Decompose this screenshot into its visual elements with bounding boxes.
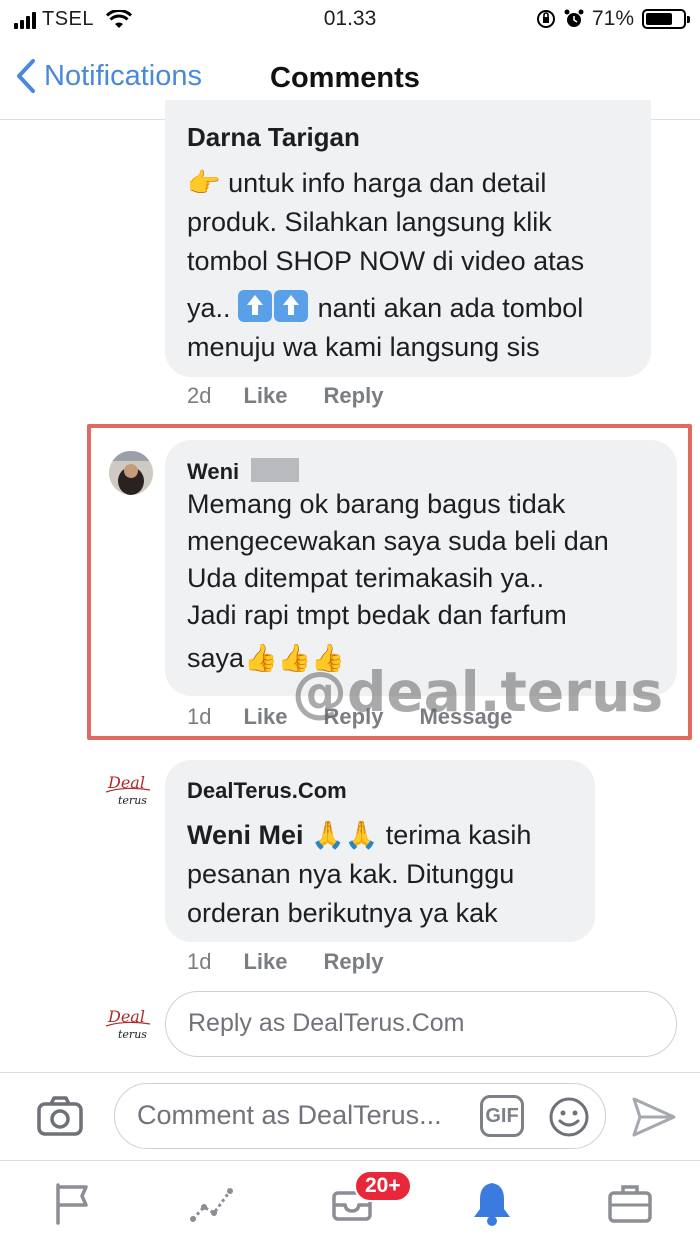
page-logo: Deal terus <box>104 1002 154 1046</box>
comment-line: orderan berikutnya ya kak <box>187 898 498 928</box>
svg-text:terus: terus <box>118 1028 147 1041</box>
comment-line: Weni Mei 🙏🙏 terima kasih <box>187 816 607 855</box>
battery-percent: 71% <box>591 7 634 30</box>
comment-line: menuju wa kami langsung sis <box>187 332 540 362</box>
alarm-icon <box>564 9 584 27</box>
comment-author[interactable]: Darna Tarigan <box>187 122 360 153</box>
svg-text:terus: terus <box>118 794 147 807</box>
reply-button[interactable]: Reply <box>324 949 384 975</box>
orientation-lock-icon <box>536 10 555 28</box>
chevron-left-icon <box>17 59 35 93</box>
like-button[interactable]: Like <box>243 949 287 975</box>
comment-line: ya.. nanti akan ada tombol <box>187 289 647 328</box>
gif-button[interactable]: GIF <box>480 1095 524 1137</box>
status-bar: TSEL 01.33 71% <box>0 0 700 40</box>
dealterus-logo-icon: Deal terus <box>105 773 151 807</box>
page-title: Comments <box>270 62 420 94</box>
comment-line: tombol SHOP NOW di video atas <box>187 246 585 276</box>
back-button[interactable]: Notifications <box>16 58 202 94</box>
comment-time: 1d <box>187 949 212 974</box>
briefcase-icon[interactable] <box>606 1179 654 1227</box>
comment-input[interactable]: Comment as DealTerus... <box>114 1083 606 1149</box>
reply-button[interactable]: Reply <box>324 383 384 409</box>
emoji-icon[interactable] <box>548 1096 590 1138</box>
comment-line: pesanan nya kak. Ditunggu <box>187 859 515 889</box>
comment-meta: 2d Like Reply <box>187 383 383 409</box>
status-right: 71% <box>536 7 690 31</box>
notification-badge: 20+ <box>354 1170 412 1202</box>
up-arrow-icon <box>238 290 273 322</box>
like-button[interactable]: Like <box>243 383 287 409</box>
comment-time: 2d <box>187 383 212 408</box>
tab-bar <box>0 1160 700 1244</box>
up-arrow-icon <box>274 290 309 322</box>
comment-line-part: nanti akan ada tombol <box>317 293 584 323</box>
send-icon[interactable] <box>630 1095 678 1139</box>
page-logo[interactable]: Deal terus <box>104 768 154 812</box>
bell-icon[interactable] <box>468 1179 516 1227</box>
reply-input[interactable]: Reply as DealTerus.Com <box>165 991 677 1057</box>
flag-icon[interactable] <box>48 1179 96 1227</box>
back-label: Notifications <box>44 59 202 92</box>
divider <box>0 1072 700 1073</box>
comment-text: 👉 untuk info harga dan detail produk. Si… <box>187 164 647 367</box>
comment-bubble: DealTerus.Com Weni Mei 🙏🙏 terima kasih p… <box>165 760 595 942</box>
dealterus-logo-icon: Deal terus <box>105 1007 151 1041</box>
watermark: @deal.terus <box>292 660 664 724</box>
comment-line: 👉 untuk info harga dan detail <box>187 168 547 198</box>
mention-link[interactable]: Weni Mei <box>187 820 304 850</box>
comment-author[interactable]: DealTerus.Com <box>187 778 347 804</box>
insights-icon[interactable] <box>188 1179 236 1227</box>
camera-icon[interactable] <box>36 1094 84 1138</box>
comment-line: produk. Silahkan langsung klik <box>187 207 552 237</box>
comment-line-part: 🙏🙏 terima kasih <box>311 820 532 850</box>
comment-meta: 1d Like Reply <box>187 949 383 975</box>
battery-icon <box>642 9 690 29</box>
comment-text: Weni Mei 🙏🙏 terima kasih pesanan nya kak… <box>187 816 607 933</box>
comment-bubble: Darna Tarigan 👉 untuk info harga dan det… <box>165 100 651 377</box>
comment-line-part: ya.. <box>187 293 231 323</box>
